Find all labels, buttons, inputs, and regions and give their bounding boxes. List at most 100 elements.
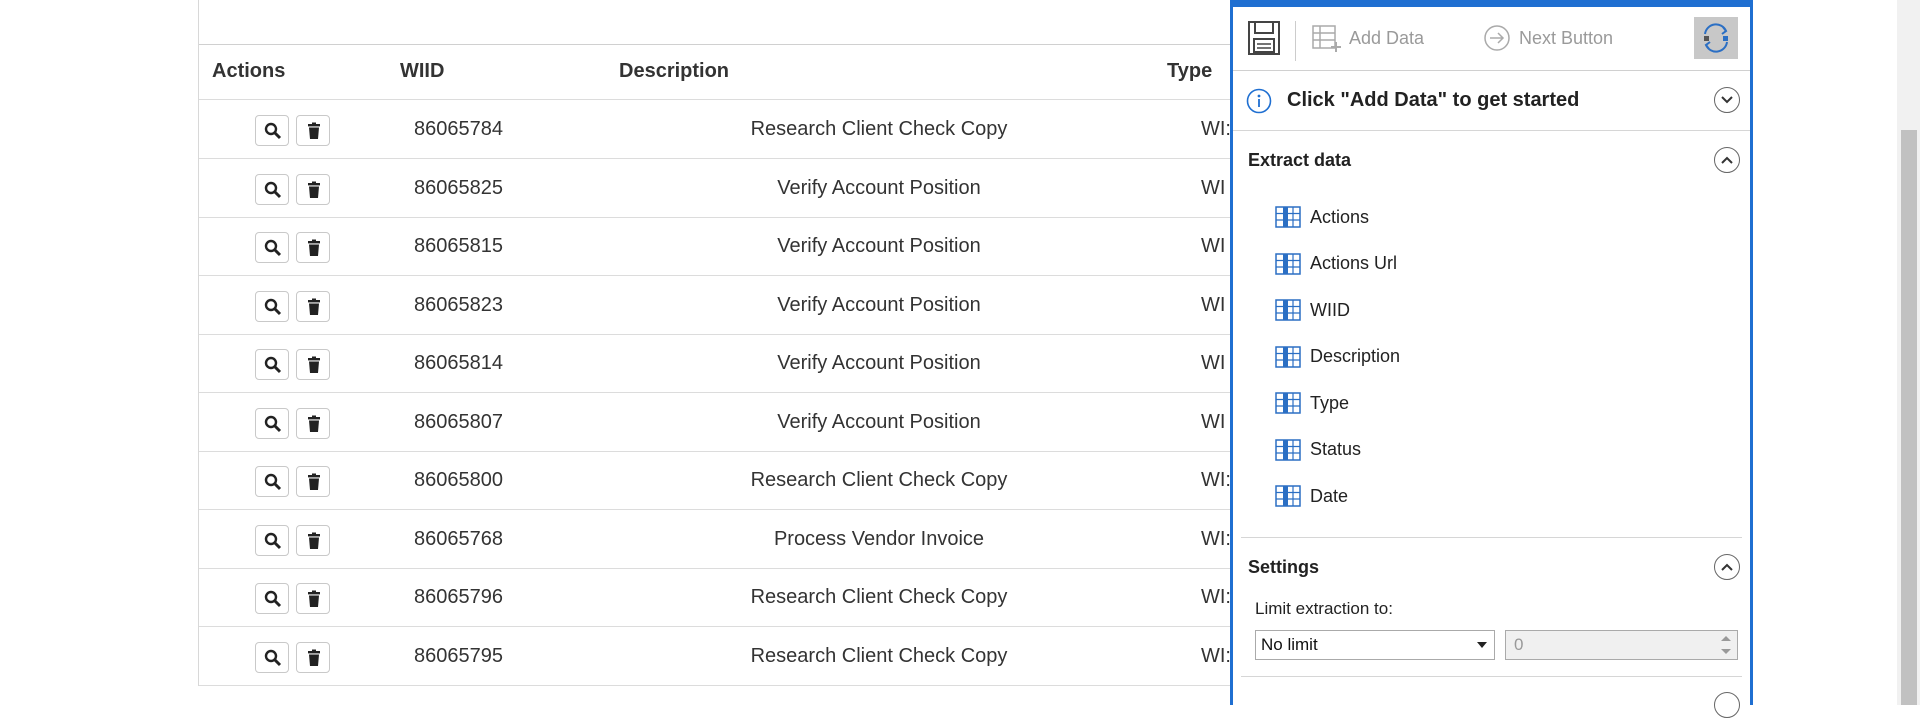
delete-button[interactable] (296, 583, 330, 614)
description-cell: Research Client Check Copy (750, 586, 1008, 608)
type-cell: WI: (1201, 118, 1231, 140)
limit-extraction-select[interactable]: No limit (1255, 630, 1495, 660)
delete-button[interactable] (296, 407, 330, 439)
view-button[interactable] (255, 173, 289, 205)
view-button[interactable] (255, 466, 289, 497)
wiid-cell: 86065807 (414, 410, 503, 433)
extract-field-item[interactable]: Actions (1275, 194, 1369, 240)
description-cell: Research Client Check Copy (750, 118, 1008, 140)
wiid-cell: 86065784 (414, 118, 503, 140)
view-button[interactable] (255, 232, 289, 263)
description-cell: Verify Account Position (777, 293, 981, 316)
delete-button[interactable] (296, 173, 330, 205)
chevron-up-icon (1721, 563, 1733, 571)
search-icon (264, 122, 282, 140)
trash-icon (308, 298, 320, 315)
type-cell: WI: (1201, 527, 1231, 550)
delete-button[interactable] (296, 466, 330, 497)
wiid-cell: 86065800 (414, 469, 503, 491)
extract-field-item[interactable]: Description (1275, 334, 1400, 380)
extract-field-item[interactable]: Date (1275, 473, 1348, 519)
field-label: Actions (1310, 206, 1370, 227)
wiid-cell: 86065814 (414, 352, 503, 374)
trash-icon (308, 181, 320, 198)
extract-field-item[interactable]: Type (1275, 380, 1349, 426)
delete-button[interactable] (296, 641, 330, 673)
view-button[interactable] (255, 641, 289, 673)
column-icon (1275, 345, 1301, 368)
search-icon (264, 649, 282, 666)
search-icon (264, 590, 282, 608)
extract-data-title: Extract data (1248, 150, 1352, 170)
description-cell: Verify Account Position (777, 235, 981, 257)
delete-button[interactable] (296, 232, 330, 263)
description-cell: Process Vendor Invoice (773, 527, 985, 550)
description-cell: Research Client Check Copy (750, 469, 1008, 491)
view-button[interactable] (255, 290, 289, 322)
panel-accent-bar (1233, 0, 1750, 7)
trash-icon (308, 356, 320, 373)
trash-icon (308, 473, 320, 490)
limit-extraction-label: Limit extraction to: (1255, 599, 1393, 618)
extract-data-header[interactable]: Extract data (1233, 131, 1750, 189)
delete-button[interactable] (296, 349, 330, 380)
type-cell: WI (1201, 410, 1226, 433)
chevron-down-icon (1721, 96, 1733, 104)
view-button[interactable] (255, 349, 289, 380)
extract-field-item[interactable]: Status (1275, 427, 1361, 473)
search-icon (264, 239, 282, 257)
toggle-mode-button[interactable] (1694, 17, 1738, 59)
add-data-button[interactable]: Add Data (1311, 17, 1424, 59)
data-extraction-panel: Add Data Next Button Click "Add Data" to… (1230, 0, 1753, 718)
trash-icon (308, 649, 320, 666)
expand-hint-button[interactable] (1714, 87, 1740, 113)
stepper-down-icon[interactable] (1721, 649, 1731, 654)
scrollbar-thumb[interactable] (1901, 130, 1917, 705)
description-cell: Verify Account Position (777, 176, 981, 199)
section-divider (1241, 676, 1742, 677)
wiid-cell: 86065796 (414, 586, 503, 608)
save-button[interactable] (1247, 17, 1281, 59)
page-scrollbar[interactable] (1897, 0, 1920, 705)
column-icon (1275, 438, 1301, 461)
field-label: Status (1310, 439, 1362, 459)
description-cell: Verify Account Position (777, 410, 981, 433)
search-icon (264, 356, 282, 374)
collapse-settings-button[interactable] (1714, 554, 1740, 580)
column-icon (1275, 392, 1301, 414)
next-section-button[interactable] (1714, 692, 1740, 718)
column-header-description: Description (619, 60, 730, 82)
view-button[interactable] (255, 583, 289, 614)
type-cell: WI (1201, 235, 1226, 257)
delete-button[interactable] (296, 524, 330, 556)
settings-header[interactable]: Settings (1233, 538, 1750, 596)
panel-toolbar: Add Data Next Button (1233, 7, 1750, 71)
chevron-up-icon (1721, 156, 1733, 164)
type-cell: WI: (1201, 644, 1231, 667)
view-button[interactable] (255, 524, 289, 556)
search-icon (264, 298, 282, 315)
column-header-type: Type (1167, 60, 1213, 82)
column-header-actions: Actions (212, 60, 286, 82)
search-icon (264, 473, 282, 491)
type-cell: WI: (1201, 469, 1231, 491)
add-data-icon (1312, 25, 1341, 52)
get-started-hint: Click "Add Data" to get started (1233, 70, 1750, 131)
limit-count-stepper[interactable]: 0 (1505, 630, 1738, 660)
search-icon (264, 532, 282, 549)
view-button[interactable] (255, 115, 289, 146)
type-cell: WI (1201, 176, 1226, 199)
view-button[interactable] (255, 407, 289, 439)
extract-field-item[interactable]: Actions Url (1275, 241, 1397, 287)
type-cell: WI: (1201, 586, 1231, 608)
field-label: Type (1310, 392, 1350, 413)
wiid-cell: 86065823 (414, 293, 503, 316)
next-button-button[interactable]: Next Button (1483, 17, 1613, 59)
delete-button[interactable] (296, 115, 330, 146)
limit-count-value: 0 (1514, 635, 1524, 654)
extract-field-item[interactable]: WIID (1275, 287, 1350, 333)
type-cell: WI (1201, 293, 1226, 316)
delete-button[interactable] (296, 290, 330, 322)
collapse-extract-button[interactable] (1714, 147, 1740, 173)
stepper-up-icon[interactable] (1721, 636, 1731, 641)
